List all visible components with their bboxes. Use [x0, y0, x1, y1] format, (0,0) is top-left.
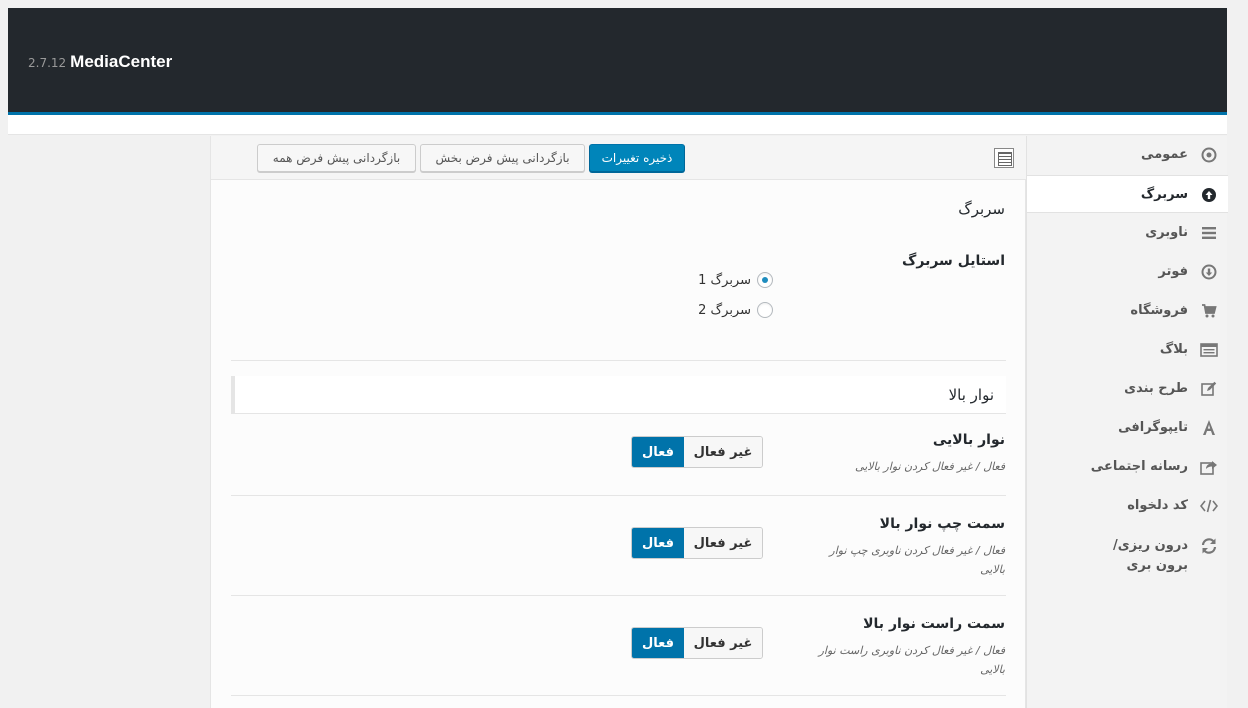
sidebar-item-label: طرح بندی — [1124, 381, 1188, 396]
sidebar-item-header[interactable]: سربرگ — [1027, 175, 1228, 213]
panel-toolbar: بازگردانی پیش فرض همه بازگردانی پیش فرض … — [211, 136, 1026, 180]
sidebar-item-label: رسانه اجتماعی — [1090, 459, 1188, 474]
header-style-label: استایل سربرگ — [902, 253, 1005, 269]
toggle-off-button[interactable]: غیر فعال — [684, 628, 762, 658]
brand-name: MediaCenter — [70, 52, 173, 71]
sidebar-item-typography[interactable]: تایپوگرافی — [1027, 418, 1228, 438]
list-icon — [1198, 340, 1220, 360]
topbar-toggle[interactable]: فعال غیر فعال — [631, 436, 763, 468]
sidebar-item-social-media[interactable]: رسانه اجتماعی — [1027, 457, 1228, 477]
code-icon — [1198, 496, 1220, 516]
topbar-left-toggle[interactable]: فعال غیر فعال — [631, 527, 763, 559]
expand-icon[interactable] — [994, 148, 1014, 168]
radio-header-2[interactable]: سربرگ 2 — [698, 302, 773, 318]
sidebar-item-shop[interactable]: فروشگاه — [1027, 301, 1228, 321]
cart-icon — [1198, 301, 1220, 321]
radio-label: سربرگ 2 — [698, 302, 751, 318]
edit-icon — [1198, 379, 1220, 399]
sidebar-item-custom-code[interactable]: کد دلخواه — [1027, 496, 1228, 516]
subsection-header: نوار بالا — [231, 376, 1006, 414]
sidebar-item-label: درون ریزی/ برون بری — [1113, 538, 1188, 573]
radio-button-checked[interactable] — [757, 272, 773, 288]
app-header: 2.7.12 MediaCenter — [8, 8, 1227, 115]
target-icon — [1198, 145, 1220, 165]
sidebar-item-label: فروشگاه — [1130, 303, 1188, 318]
toggle-on-button[interactable]: فعال — [632, 437, 684, 467]
divider — [231, 595, 1006, 596]
header-subbar — [8, 115, 1227, 135]
sidebar-item-label: تایپوگرافی — [1118, 420, 1188, 435]
divider — [231, 360, 1006, 361]
options-panel: بازگردانی پیش فرض همه بازگردانی پیش فرض … — [210, 136, 1026, 708]
arrow-down-circle-icon — [1198, 262, 1220, 282]
field-title: سمت راست نوار بالا — [863, 616, 1005, 632]
sidebar-item-navigation[interactable]: ناوبری — [1027, 223, 1228, 243]
sidebar-item-label: سربرگ — [1140, 187, 1188, 202]
sidebar-item-label: فوتر — [1158, 264, 1188, 279]
menu-icon — [1198, 223, 1220, 243]
brand-version: 2.7.12 — [28, 56, 67, 70]
reset-all-button[interactable]: بازگردانی پیش فرض همه — [257, 144, 416, 172]
sidebar: عمومی سربرگ ناوبری فوتر فروشگاه بلاگ طرح… — [1026, 136, 1228, 708]
toggle-on-button[interactable]: فعال — [632, 528, 684, 558]
arrow-up-circle-icon — [1198, 185, 1220, 205]
sidebar-item-import-export[interactable]: درون ریزی/ برون بری — [1027, 536, 1228, 576]
topbar-right-toggle[interactable]: فعال غیر فعال — [631, 627, 763, 659]
refresh-icon — [1198, 536, 1220, 556]
sidebar-item-blog[interactable]: بلاگ — [1027, 340, 1228, 360]
share-icon — [1198, 457, 1220, 477]
radio-header-1[interactable]: سربرگ 1 — [698, 272, 773, 288]
toggle-off-button[interactable]: غیر فعال — [684, 528, 762, 558]
reset-section-button[interactable]: بازگردانی پیش فرض بخش — [420, 144, 585, 172]
toggle-off-button[interactable]: غیر فعال — [684, 437, 762, 467]
sidebar-item-label: کد دلخواه — [1127, 498, 1188, 513]
field-title: نوار بالایی — [932, 432, 1005, 448]
letter-a-icon — [1198, 418, 1220, 438]
radio-label: سربرگ 1 — [698, 272, 751, 288]
sidebar-item-label: بلاگ — [1159, 342, 1188, 357]
field-description: فعال / غیر فعال کردن ناوبری راست نوار با… — [818, 644, 1005, 676]
field-description: فعال / غیر فعال کردن ناوبری چپ نوار بالا… — [829, 544, 1005, 576]
sidebar-item-general[interactable]: عمومی — [1027, 145, 1228, 165]
subsection-title: نوار بالا — [948, 386, 994, 404]
divider — [231, 695, 1006, 696]
save-button[interactable]: ذخیره تغییرات — [589, 144, 685, 172]
sidebar-item-layout[interactable]: طرح بندی — [1027, 379, 1228, 399]
field-description: فعال / غیر فعال کردن نوار بالایی — [855, 460, 1005, 473]
toggle-on-button[interactable]: فعال — [632, 628, 684, 658]
field-title: سمت چپ نوار بالا — [879, 516, 1005, 532]
radio-button[interactable] — [757, 302, 773, 318]
sidebar-item-label: عمومی — [1141, 147, 1188, 162]
brand: 2.7.12 MediaCenter — [28, 52, 172, 72]
section-title: سربرگ — [958, 200, 1005, 218]
sidebar-item-footer[interactable]: فوتر — [1027, 262, 1228, 282]
sidebar-item-label: ناوبری — [1145, 225, 1188, 240]
divider — [231, 495, 1006, 496]
